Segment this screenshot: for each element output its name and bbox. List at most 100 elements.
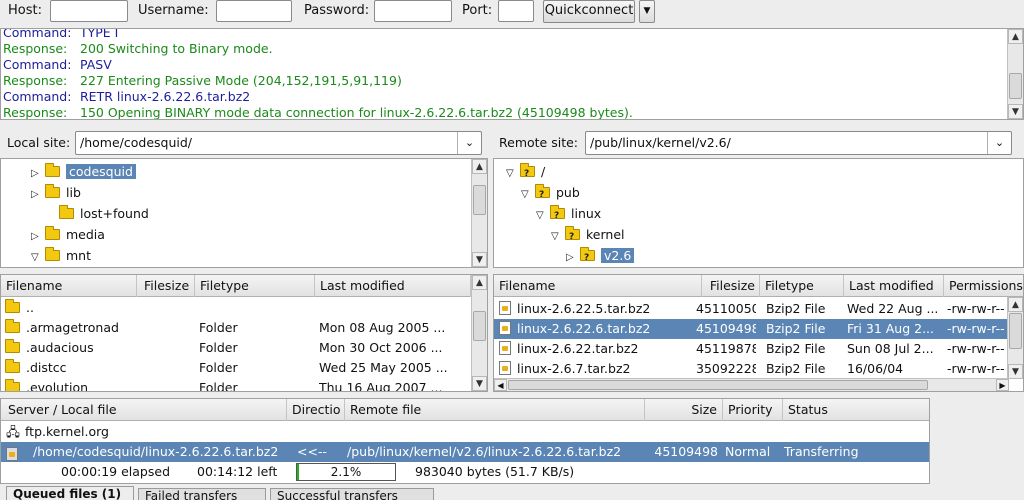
collapsed-arrow-icon[interactable]: ▷ xyxy=(31,227,45,247)
remote-tree-item-label: / xyxy=(541,164,546,179)
queue-tab[interactable]: Successful transfers xyxy=(270,488,434,500)
scroll-up-icon[interactable]: ▲ xyxy=(1008,297,1023,312)
queue-direction: <<-- xyxy=(297,444,327,459)
local-file-name-cell: .distcc xyxy=(5,358,137,378)
local-tree-item[interactable]: ▷ media xyxy=(31,225,105,245)
remote-file-modified: Fri 31 Aug 2... xyxy=(847,321,934,336)
remote-tree[interactable]: ▽/▽pub▽linux▽kernel▷v2.6 xyxy=(493,158,1024,268)
queue-col-status[interactable]: Status xyxy=(783,399,929,421)
local-site-path-input[interactable]: /home/codesquid/ ⌄ xyxy=(75,131,482,155)
local-tree-item[interactable]: ▷ lib xyxy=(31,183,81,203)
local-col-filename[interactable]: Filename xyxy=(1,275,137,297)
remote-col-filetype[interactable]: Filetype xyxy=(760,275,844,297)
local-tree[interactable]: ▷ codesquid ▷ lib lost+found ▷ media ▽ mnt ▲ ▼ xyxy=(0,158,488,268)
queue-server-row[interactable]: 🖧 ftp.kernel.org xyxy=(1,422,929,442)
remote-col-filename[interactable]: Filename xyxy=(494,275,702,297)
local-tree-scrollbar[interactable]: ▲ ▼ xyxy=(471,159,487,267)
remote-col-permissions[interactable]: Permissions xyxy=(944,275,1023,297)
local-file-row[interactable]: .armagetronad Folder Mon 08 Aug 2005 ... xyxy=(1,318,471,338)
remote-tree-item[interactable]: ▷ v2.6 xyxy=(566,246,635,267)
scroll-down-icon[interactable]: ▼ xyxy=(472,376,487,391)
expanded-arrow-icon[interactable]: ▽ xyxy=(551,227,565,247)
local-col-last-modified[interactable]: Last modified xyxy=(315,275,471,297)
host-input[interactable] xyxy=(50,0,128,22)
local-file-row[interactable]: .. xyxy=(1,298,471,318)
log-scroll-thumb[interactable] xyxy=(1009,73,1022,99)
remote-col-last-modified[interactable]: Last modified xyxy=(844,275,944,297)
quickconnect-dropdown-button[interactable]: ▼ xyxy=(639,0,655,23)
expanded-arrow-icon[interactable]: ▽ xyxy=(506,164,520,184)
remote-file-row[interactable]: linux-2.6.7.tar.bz2 35092228 Bzip2 File 16/… xyxy=(494,359,1009,379)
scroll-up-icon[interactable]: ▲ xyxy=(472,275,487,290)
remote-list-scrollbar[interactable]: ▲ ▼ xyxy=(1007,297,1023,379)
collapsed-arrow-icon[interactable]: ▷ xyxy=(566,248,580,267)
local-file-row[interactable]: .evolution Folder Thu 16 Aug 2007 ... xyxy=(1,378,471,392)
chevron-down-icon[interactable]: ⌄ xyxy=(987,132,1011,154)
local-file-name: .. xyxy=(26,300,34,315)
queue-server-name: ftp.kernel.org xyxy=(25,424,109,439)
collapsed-arrow-icon[interactable]: ▷ xyxy=(31,185,45,205)
chevron-down-icon[interactable]: ⌄ xyxy=(457,132,481,154)
local-file-row[interactable]: .distcc Folder Wed 25 May 2005 ... xyxy=(1,358,471,378)
remote-col-filesize[interactable]: Filesize xyxy=(702,275,760,297)
expanded-arrow-icon[interactable]: ▽ xyxy=(536,206,550,226)
username-label: Username: xyxy=(138,3,209,18)
username-input[interactable] xyxy=(216,0,292,22)
remote-file-list[interactable]: Filename Filesize Filetype Last modified… xyxy=(493,274,1024,392)
folder-icon xyxy=(5,359,20,373)
transfer-queue[interactable]: Server / Local file Directio Remote file… xyxy=(0,398,930,484)
remote-file-row[interactable]: linux-2.6.22.tar.bz2 45119878 Bzip2 File Su… xyxy=(494,339,1009,359)
queue-col-size[interactable]: Size xyxy=(645,399,723,421)
queue-col-server-local-file[interactable]: Server / Local file xyxy=(1,399,287,421)
message-log[interactable]: Command: TYPE I Response: 200 Switching to … xyxy=(0,28,1024,120)
queue-col-priority[interactable]: Priority xyxy=(723,399,783,421)
log-scrollbar[interactable]: ▲ ▼ xyxy=(1007,29,1023,119)
queue-tab[interactable]: Queued files (1) xyxy=(6,486,134,500)
remote-file-row[interactable]: linux-2.6.22.5.tar.bz2 45110050 Bzip2 File… xyxy=(494,299,1009,319)
remote-site-path-input[interactable]: /pub/linux/kernel/v2.6/ ⌄ xyxy=(585,131,1012,155)
remote-list-scroll-thumb[interactable] xyxy=(1009,313,1022,349)
remote-file-row[interactable]: linux-2.6.22.6.tar.bz2 45109498 Bzip2 File… xyxy=(494,319,1009,339)
remote-list-hscrollbar[interactable]: ◀ ▶ xyxy=(494,378,1009,391)
remote-tree-item[interactable]: ▽ pub xyxy=(521,183,580,205)
archive-file-icon xyxy=(499,321,511,335)
local-file-list[interactable]: Filename Filesize Filetype Last modified… xyxy=(0,274,488,392)
log-line: Response: 200 Switching to Binary mode. xyxy=(3,41,273,57)
local-file-modified: Thu 16 Aug 2007 ... xyxy=(319,380,443,392)
scroll-up-icon[interactable]: ▲ xyxy=(1008,29,1023,44)
remote-site-label: Remote site: xyxy=(499,135,578,150)
local-list-scroll-thumb[interactable] xyxy=(473,311,486,341)
scroll-down-icon[interactable]: ▼ xyxy=(1008,104,1023,119)
scroll-down-icon[interactable]: ▼ xyxy=(1008,364,1023,379)
progress-percent: 2.1% xyxy=(330,465,362,479)
local-list-scrollbar[interactable]: ▲ ▼ xyxy=(471,275,487,391)
expanded-arrow-icon[interactable]: ▽ xyxy=(521,185,535,205)
collapsed-arrow-icon[interactable]: ▷ xyxy=(31,164,45,184)
scroll-right-icon[interactable]: ▶ xyxy=(996,379,1009,391)
expanded-arrow-icon[interactable]: ▽ xyxy=(31,248,45,267)
queue-status: Transferring xyxy=(784,444,859,459)
password-input[interactable] xyxy=(374,0,452,22)
local-tree-item[interactable]: ▷ codesquid xyxy=(31,162,136,182)
queue-transfer-row[interactable]: /home/codesquid/linux-2.6.22.6.tar.bz2 <… xyxy=(1,442,929,462)
queue-col-remote-file[interactable]: Remote file xyxy=(345,399,645,421)
port-input[interactable] xyxy=(498,0,534,22)
queue-tab[interactable]: Failed transfers xyxy=(138,488,266,500)
remote-tree-item[interactable]: ▽ linux xyxy=(536,204,601,226)
local-file-row[interactable]: .audacious Folder Mon 30 Oct 2006 ... xyxy=(1,338,471,358)
time-left: 00:14:12 left xyxy=(197,464,278,479)
remote-list-hscroll-thumb[interactable] xyxy=(508,380,928,390)
scroll-left-icon[interactable]: ◀ xyxy=(494,379,507,391)
scroll-down-icon[interactable]: ▼ xyxy=(472,252,487,267)
local-col-filetype[interactable]: Filetype xyxy=(195,275,315,297)
remote-tree-item[interactable]: ▽/ xyxy=(506,162,546,184)
quickconnect-button[interactable]: Quickconnect xyxy=(543,0,635,23)
queue-col-direction[interactable]: Directio xyxy=(287,399,345,421)
remote-tree-item[interactable]: ▽ kernel xyxy=(551,225,625,247)
local-tree-item[interactable]: lost+found xyxy=(45,204,149,224)
local-col-filesize[interactable]: Filesize xyxy=(137,275,195,297)
local-tree-scroll-thumb[interactable] xyxy=(473,185,486,215)
scroll-up-icon[interactable]: ▲ xyxy=(472,159,487,174)
log-line-label: Response: xyxy=(3,41,68,56)
local-tree-item[interactable]: ▽ mnt xyxy=(31,246,91,266)
